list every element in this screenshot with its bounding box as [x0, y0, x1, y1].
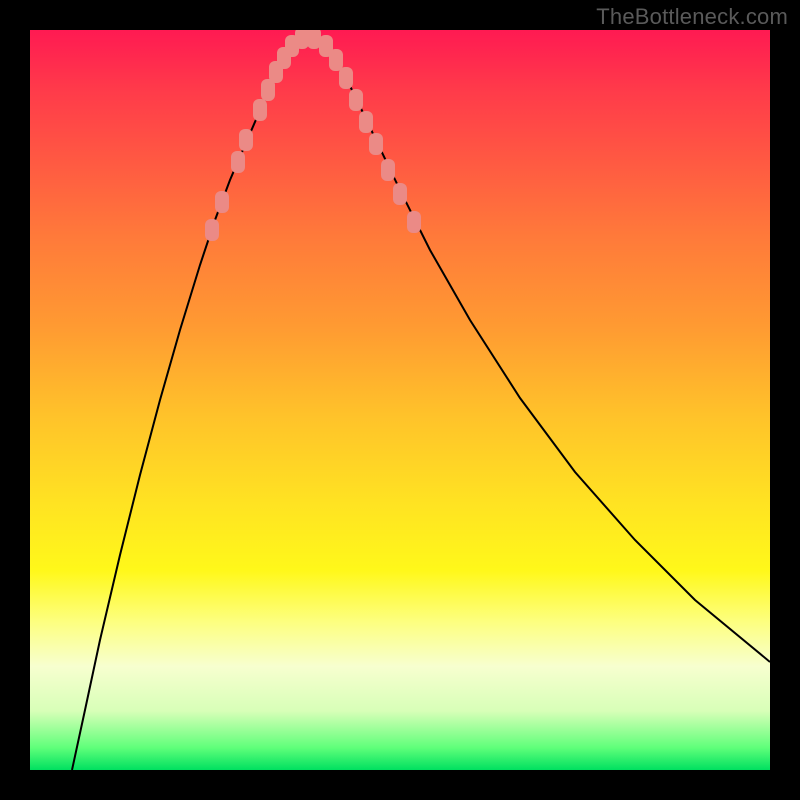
bead	[407, 211, 421, 233]
bead	[295, 30, 309, 49]
bead	[381, 159, 395, 181]
curves-svg	[30, 30, 770, 770]
bead	[339, 67, 353, 89]
bead	[329, 49, 343, 71]
bead-group	[205, 30, 421, 241]
watermark-text: TheBottleneck.com	[596, 4, 788, 30]
bead	[205, 219, 219, 241]
left-curve	[72, 35, 308, 770]
bead	[253, 99, 267, 121]
bead	[307, 30, 321, 49]
bead	[369, 133, 383, 155]
bead	[349, 89, 363, 111]
bead	[239, 129, 253, 151]
bead	[359, 111, 373, 133]
bead	[231, 151, 245, 173]
right-curve	[308, 35, 770, 662]
bead	[215, 191, 229, 213]
chart-frame: TheBottleneck.com	[0, 0, 800, 800]
bead	[393, 183, 407, 205]
plot-area	[30, 30, 770, 770]
